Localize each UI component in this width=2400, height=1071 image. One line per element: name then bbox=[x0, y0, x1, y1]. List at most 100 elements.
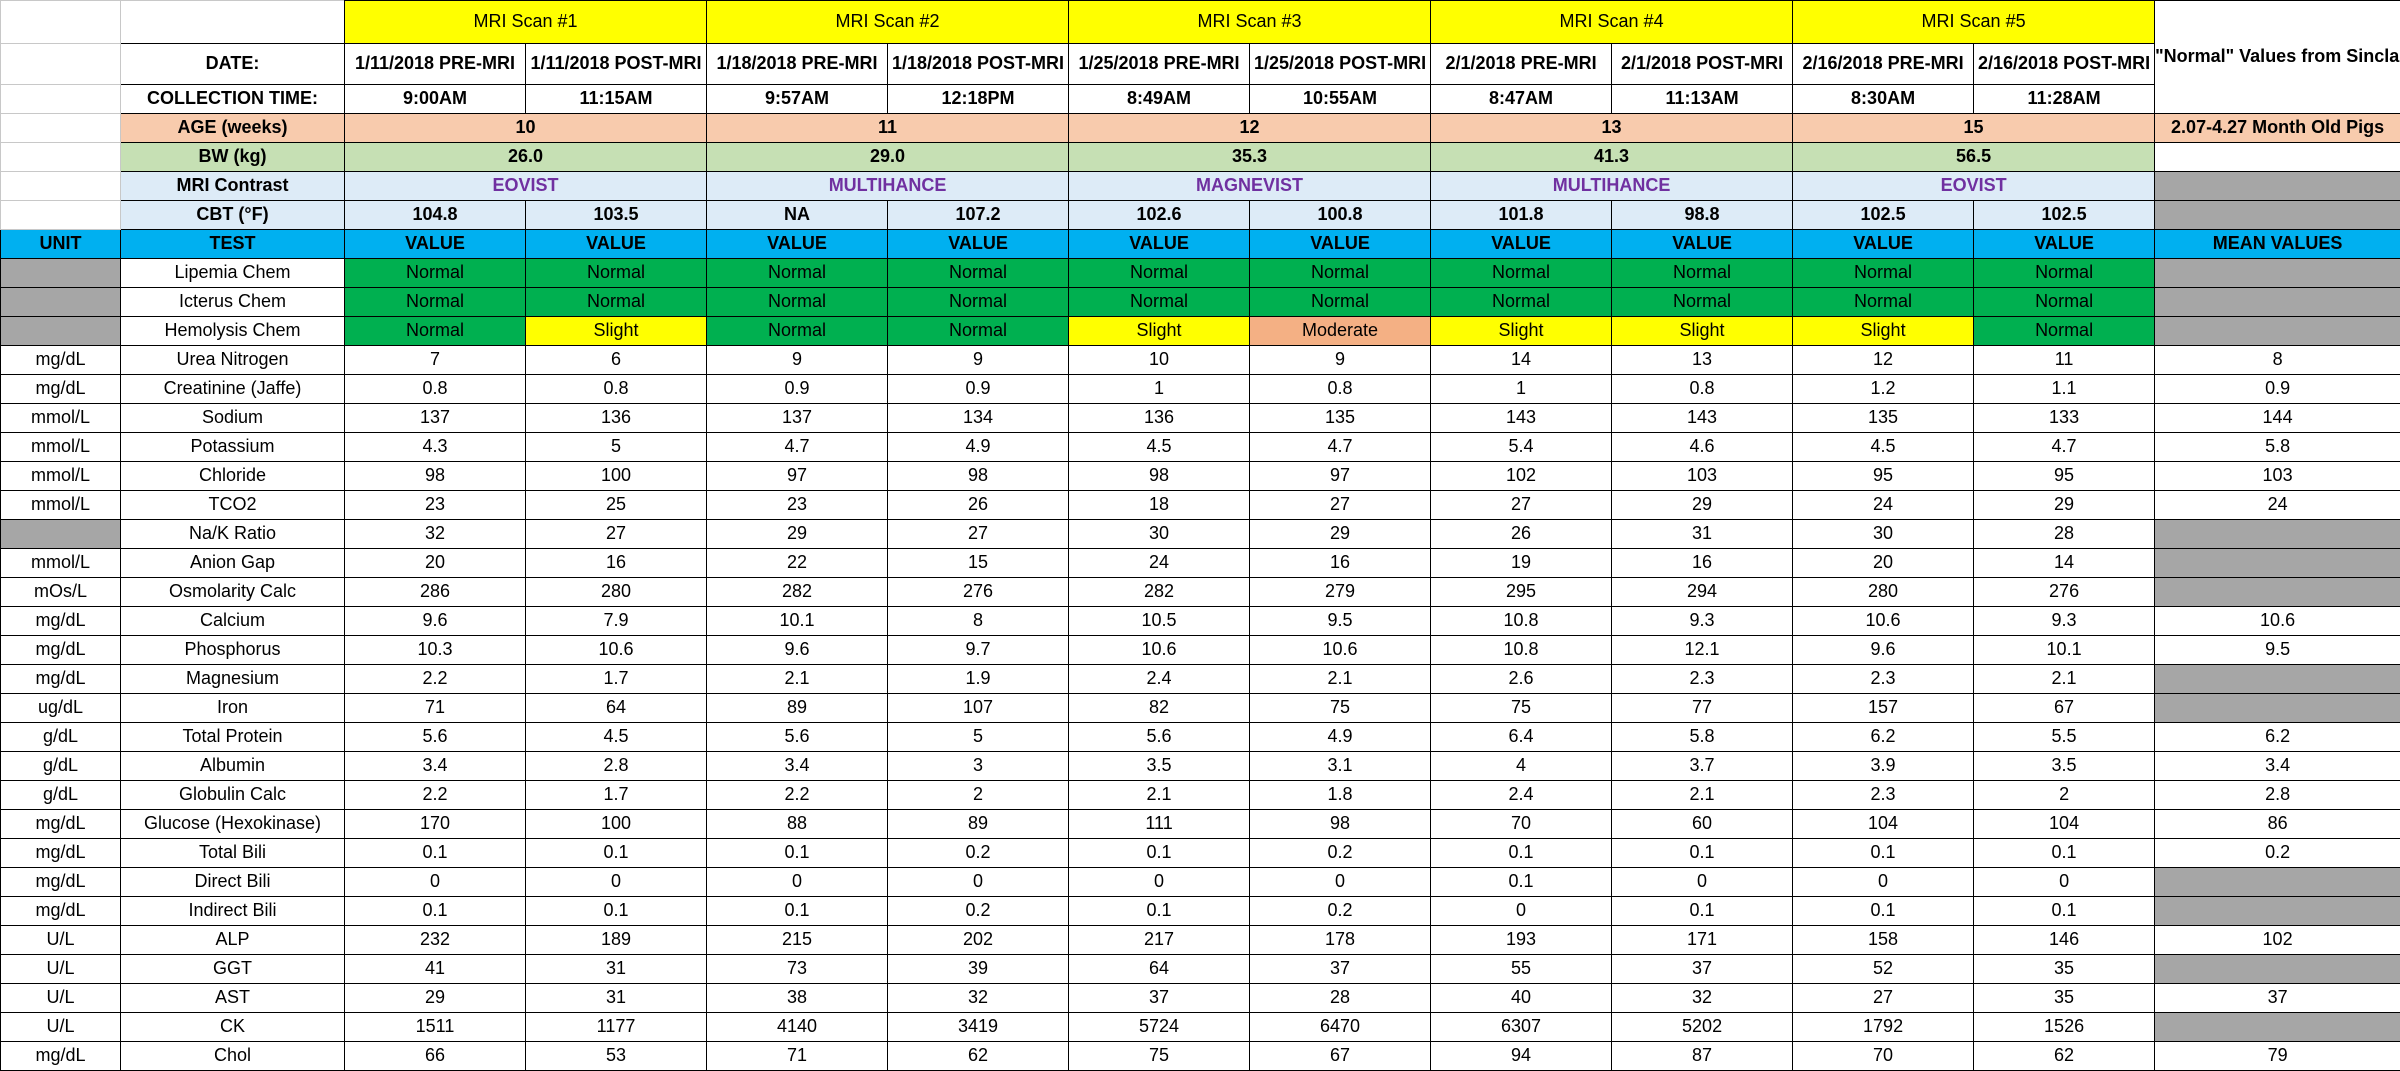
status-cell: Slight bbox=[1793, 317, 1974, 346]
value-cell: 3419 bbox=[888, 1013, 1069, 1042]
test-name: Chloride bbox=[121, 462, 345, 491]
value-cell: 31 bbox=[526, 955, 707, 984]
value-cell: 75 bbox=[1069, 1042, 1250, 1071]
unit-cell: mg/dL bbox=[1, 897, 121, 926]
test-name: Icterus Chem bbox=[121, 288, 345, 317]
value-cell: 2.3 bbox=[1793, 781, 1974, 810]
scan-5-post-time: 11:28AM bbox=[1974, 85, 2155, 114]
unit-cell: g/dL bbox=[1, 723, 121, 752]
mri-contrast-row: MRI Contrast EOVIST MULTIHANCE MAGNEVIST… bbox=[1, 172, 2400, 201]
value-cell: 3.5 bbox=[1974, 752, 2155, 781]
test-name: Total Bili bbox=[121, 839, 345, 868]
value-cell: 294 bbox=[1612, 578, 1793, 607]
value-header: VALUE bbox=[1069, 230, 1250, 259]
status-cell: Moderate bbox=[1250, 317, 1431, 346]
value-cell: 215 bbox=[707, 926, 888, 955]
value-cell: 19 bbox=[1431, 549, 1612, 578]
value-cell: 12 bbox=[1793, 346, 1974, 375]
value-cell: 158 bbox=[1793, 926, 1974, 955]
table-row: ug/dLIron7164891078275757715767 bbox=[1, 694, 2400, 723]
value-cell: 94 bbox=[1431, 1042, 1612, 1071]
value-cell: 3.5 bbox=[1069, 752, 1250, 781]
date-row: DATE: 1/11/2018 PRE-MRI 1/11/2018 POST-M… bbox=[1, 44, 2400, 85]
scan-1-pre-date: 1/11/2018 PRE-MRI bbox=[345, 44, 526, 85]
scan-2-age: 11 bbox=[707, 114, 1069, 143]
value-cell: 0.8 bbox=[345, 375, 526, 404]
empty-cell bbox=[1, 143, 121, 172]
value-cell: 280 bbox=[1793, 578, 1974, 607]
value-cell: 9.6 bbox=[707, 636, 888, 665]
unit-cell bbox=[1, 288, 121, 317]
value-cell: 4.7 bbox=[1974, 433, 2155, 462]
value-cell: 28 bbox=[1250, 984, 1431, 1013]
status-cell: Slight bbox=[526, 317, 707, 346]
test-name: Direct Bili bbox=[121, 868, 345, 897]
value-cell: 2.1 bbox=[1974, 665, 2155, 694]
value-cell: 0.1 bbox=[1974, 897, 2155, 926]
scan-1-pre-cbt: 104.8 bbox=[345, 201, 526, 230]
column-header-row: UNIT TEST VALUE VALUE VALUE VALUE VALUE … bbox=[1, 230, 2400, 259]
test-name: Na/K Ratio bbox=[121, 520, 345, 549]
value-cell: 5 bbox=[888, 723, 1069, 752]
value-cell: 30 bbox=[1069, 520, 1250, 549]
value-cell: 38 bbox=[707, 984, 888, 1013]
value-cell: 10.6 bbox=[1069, 636, 1250, 665]
value-cell: 27 bbox=[526, 520, 707, 549]
test-name: Osmolarity Calc bbox=[121, 578, 345, 607]
value-cell: 37 bbox=[1250, 955, 1431, 984]
table-row: Icterus ChemNormalNormalNormalNormalNorm… bbox=[1, 288, 2400, 317]
value-cell: 137 bbox=[345, 404, 526, 433]
table-row: U/LCK15111177414034195724647063075202179… bbox=[1, 1013, 2400, 1042]
status-cell: Normal bbox=[526, 259, 707, 288]
value-cell: 37 bbox=[1612, 955, 1793, 984]
mean-value: 37 bbox=[2155, 984, 2400, 1013]
value-cell: 32 bbox=[888, 984, 1069, 1013]
mean-value: 24 bbox=[2155, 491, 2400, 520]
scan-5-age: 15 bbox=[1793, 114, 2155, 143]
value-cell: 31 bbox=[526, 984, 707, 1013]
table-row: mmol/LChloride98100979898971021039595103 bbox=[1, 462, 2400, 491]
value-cell: 97 bbox=[1250, 462, 1431, 491]
value-cell: 98 bbox=[345, 462, 526, 491]
value-cell: 20 bbox=[1793, 549, 1974, 578]
value-cell: 11 bbox=[1974, 346, 2155, 375]
value-cell: 16 bbox=[1612, 549, 1793, 578]
value-cell: 95 bbox=[1974, 462, 2155, 491]
test-name: Iron bbox=[121, 694, 345, 723]
mri-contrast-label: MRI Contrast bbox=[121, 172, 345, 201]
unit-cell bbox=[1, 520, 121, 549]
value-cell: 67 bbox=[1250, 1042, 1431, 1071]
value-header: VALUE bbox=[1612, 230, 1793, 259]
value-cell: 16 bbox=[526, 549, 707, 578]
value-cell: 13 bbox=[1612, 346, 1793, 375]
mean-value: 103 bbox=[2155, 462, 2400, 491]
test-name: Albumin bbox=[121, 752, 345, 781]
scan-2-bw: 29.0 bbox=[707, 143, 1069, 172]
value-cell: 35 bbox=[1974, 984, 2155, 1013]
value-cell: 0.2 bbox=[1250, 839, 1431, 868]
value-cell: 111 bbox=[1069, 810, 1250, 839]
mean-value bbox=[2155, 317, 2400, 346]
status-cell: Normal bbox=[345, 317, 526, 346]
value-cell: 2.1 bbox=[1612, 781, 1793, 810]
value-cell: 64 bbox=[1069, 955, 1250, 984]
test-name: Chol bbox=[121, 1042, 345, 1071]
scan-3-pre-time: 8:49AM bbox=[1069, 85, 1250, 114]
scan-5-pre-time: 8:30AM bbox=[1793, 85, 1974, 114]
scan-4-title: MRI Scan #4 bbox=[1431, 1, 1793, 44]
mean-values-header: MEAN VALUES bbox=[2155, 230, 2400, 259]
test-name: Phosphorus bbox=[121, 636, 345, 665]
unit-cell: g/dL bbox=[1, 781, 121, 810]
scan-2-post-cbt: 107.2 bbox=[888, 201, 1069, 230]
scan-2-pre-cbt: NA bbox=[707, 201, 888, 230]
value-cell: 6470 bbox=[1250, 1013, 1431, 1042]
scan-4-pre-date: 2/1/2018 PRE-MRI bbox=[1431, 44, 1612, 85]
value-cell: 98 bbox=[888, 462, 1069, 491]
scan-1-post-cbt: 103.5 bbox=[526, 201, 707, 230]
value-cell: 4.9 bbox=[1250, 723, 1431, 752]
value-cell: 135 bbox=[1793, 404, 1974, 433]
collection-time-row: COLLECTION TIME: 9:00AM 11:15AM 9:57AM 1… bbox=[1, 85, 2400, 114]
value-header: VALUE bbox=[345, 230, 526, 259]
test-header: TEST bbox=[121, 230, 345, 259]
mean-value bbox=[2155, 520, 2400, 549]
